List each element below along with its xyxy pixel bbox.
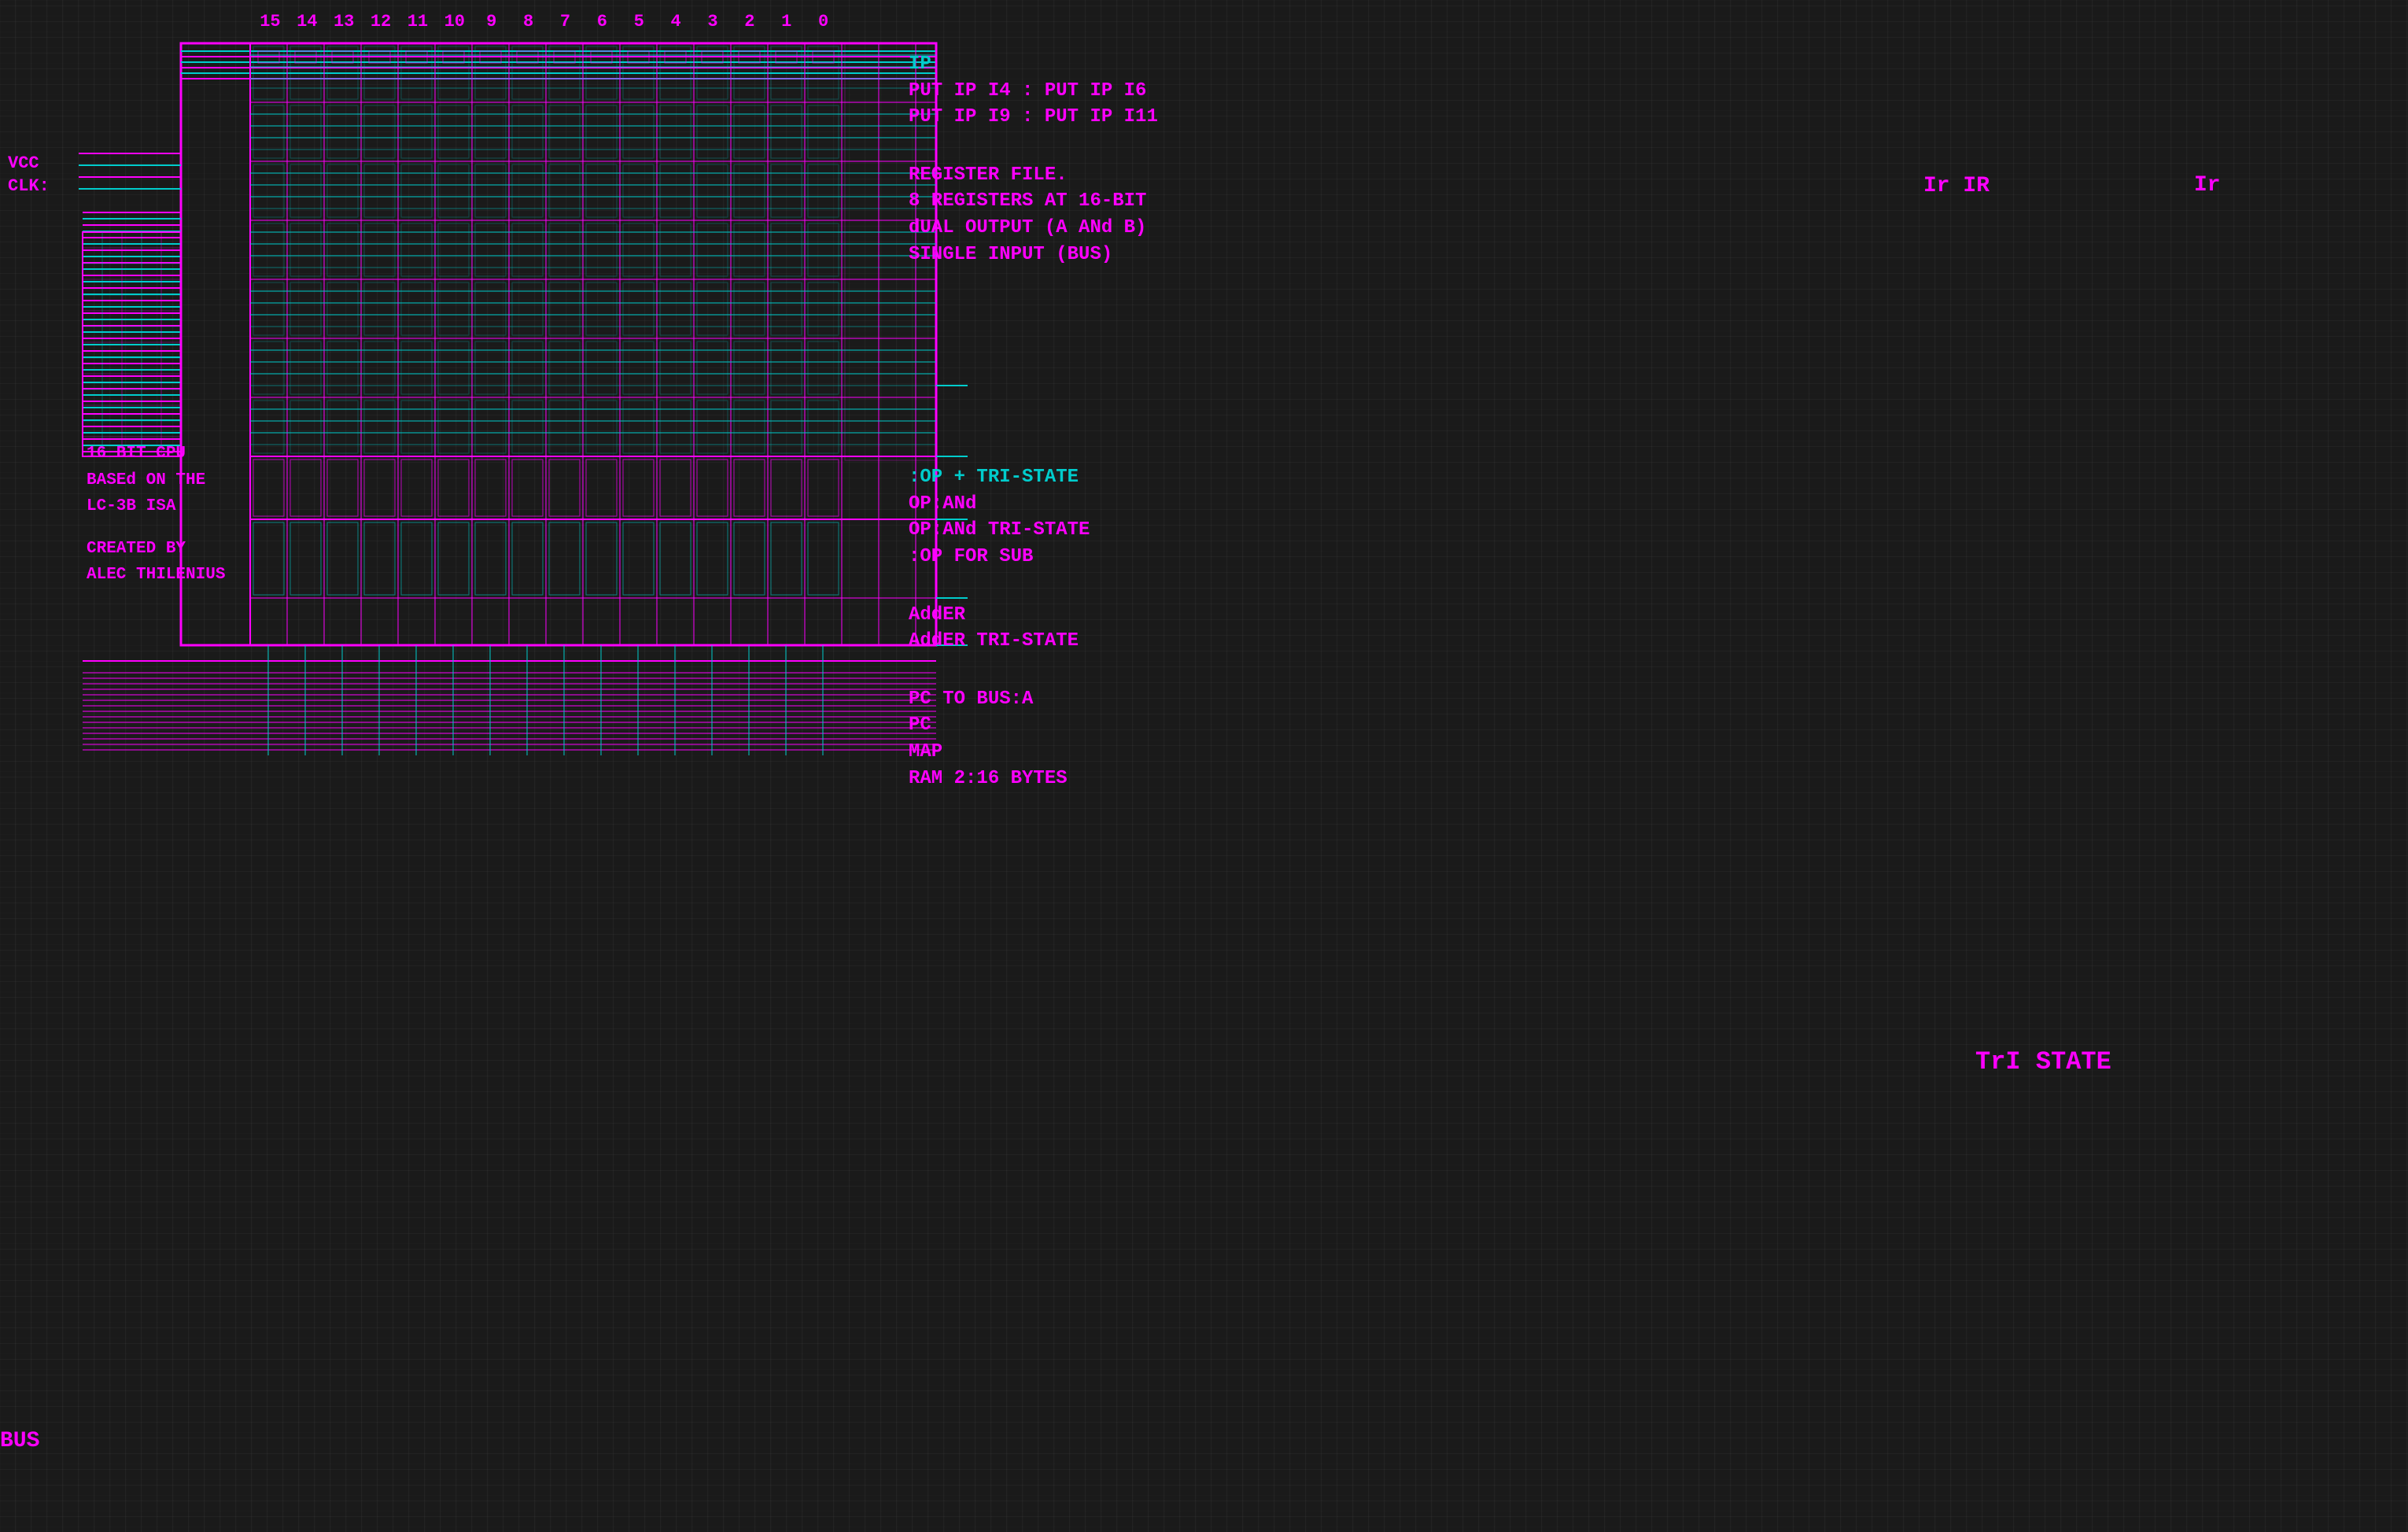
creator-label: CREATED BY ALEC THILENIUS (87, 536, 225, 589)
pc-line2: PC (909, 712, 1158, 739)
cpu-desc-line2: BASEd ON THE (87, 467, 225, 494)
tri-state-label: TrI STATE (1975, 1047, 2111, 1076)
column-headers: 15 14 13 12 11 10 9 8 7 6 5 4 3 2 1 0 (252, 12, 842, 31)
adder-section: AddER AddER TRI-STATE (909, 602, 1158, 655)
circuit-svg (0, 0, 2408, 1532)
pc-line3: MAP (909, 739, 1158, 766)
op-line1: OP:ANd (909, 491, 1158, 518)
col-header-7: 7 (547, 12, 583, 31)
ir-label: Ir (2194, 173, 2221, 197)
col-header-8: 8 (511, 12, 547, 31)
cpu-description: 16 BIT CPU BASEd ON THE LC-3B ISA (87, 441, 225, 520)
regfile-line2: dUAL OUTPUT (A ANd B) (909, 215, 1158, 242)
clk-label: CLK: (8, 176, 50, 196)
ip-line1: PUT IP I4 : PUT IP I6 (909, 78, 1158, 105)
pc-line4: RAM 2:16 BYTES (909, 766, 1158, 792)
bus-label: BUS (0, 1429, 39, 1453)
ir-ir-label: Ir IR (1923, 174, 1989, 198)
col-header-5: 5 (621, 12, 657, 31)
register-file-section: REGISTER FILE. 8 REGISTERS AT 16-BIT dUA… (909, 162, 1158, 268)
left-labels: VCC CLK: (8, 153, 50, 199)
op-section: :OP + TRI-STATE OP:ANd OP:ANd TRI-STATE … (909, 464, 1158, 570)
col-header-11: 11 (400, 12, 436, 31)
col-header-10: 10 (437, 12, 473, 31)
regfile-line3: SINGLE INPUT (BUS) (909, 242, 1158, 268)
col-header-4: 4 (658, 12, 694, 31)
vcc-label: VCC (8, 153, 50, 173)
adder-line2: AddER TRI-STATE (909, 628, 1158, 655)
op-title: :OP + TRI-STATE (909, 464, 1158, 491)
ip-section: IP PUT IP I4 : PUT IP I6 PUT IP I9 : PUT… (909, 51, 1158, 131)
col-header-12: 12 (363, 12, 399, 31)
cpu-desc-line3: LC-3B ISA (87, 493, 225, 520)
pc-section: PC TO BUS:A PC MAP RAM 2:16 BYTES (909, 686, 1158, 792)
circuit-container: 15 14 13 12 11 10 9 8 7 6 5 4 3 2 1 0 VC… (0, 0, 2408, 1532)
creator-line1: CREATED BY (87, 536, 225, 563)
bottom-left-labels: 16 BIT CPU BASEd ON THE LC-3B ISA CREATE… (87, 441, 225, 592)
op-line3: :OP FOR SUB (909, 544, 1158, 570)
adder-line1: AddER (909, 602, 1158, 629)
col-header-15: 15 (252, 12, 288, 31)
ip-line2: PUT IP I9 : PUT IP I11 (909, 104, 1158, 131)
cpu-desc-line1: 16 BIT CPU (87, 441, 225, 467)
regfile-title: REGISTER FILE. (909, 162, 1158, 189)
pc-line1: PC TO BUS:A (909, 686, 1158, 713)
col-header-0: 0 (806, 12, 842, 31)
creator-line2: ALEC THILENIUS (87, 562, 225, 589)
col-header-9: 9 (474, 12, 510, 31)
op-line2: OP:ANd TRI-STATE (909, 517, 1158, 544)
col-header-1: 1 (769, 12, 805, 31)
col-header-14: 14 (289, 12, 325, 31)
col-header-13: 13 (326, 12, 362, 31)
col-header-3: 3 (695, 12, 731, 31)
ip-title: IP (909, 51, 1158, 78)
col-header-2: 2 (732, 12, 768, 31)
right-labels: IP PUT IP I4 : PUT IP I6 PUT IP I9 : PUT… (909, 51, 1158, 798)
col-header-6: 6 (584, 12, 620, 31)
regfile-line1: 8 REGISTERS AT 16-BIT (909, 188, 1158, 215)
